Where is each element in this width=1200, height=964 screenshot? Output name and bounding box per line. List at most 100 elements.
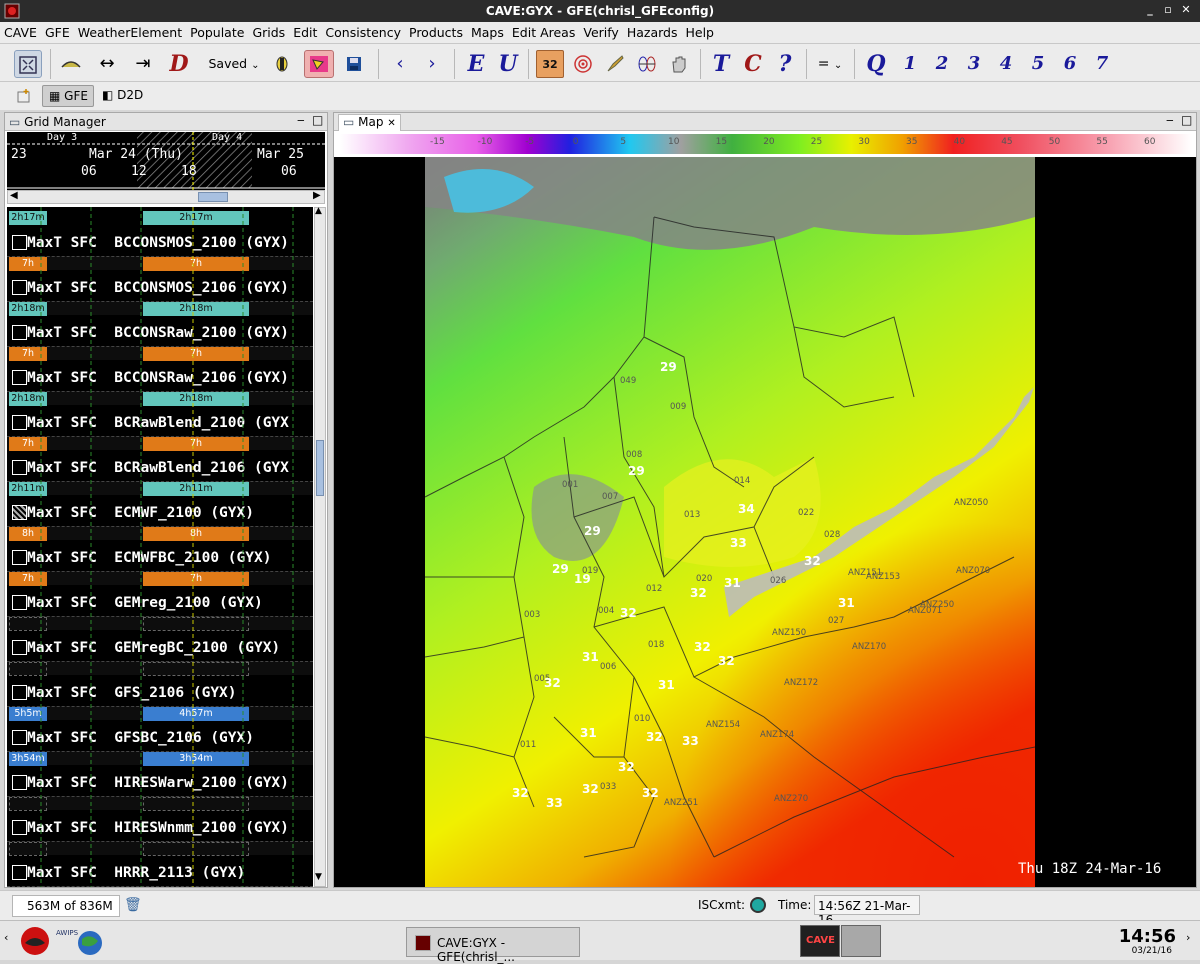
scroll-left-icon[interactable]: ◀ (10, 190, 18, 201)
brightness-button[interactable] (270, 50, 294, 78)
grid-row-lane[interactable] (7, 661, 313, 676)
h-scroll-thumb[interactable] (198, 192, 228, 202)
grid-block[interactable] (143, 797, 249, 811)
grid-block[interactable]: 7h (9, 347, 47, 361)
grid-select-checkbox[interactable] (12, 685, 27, 700)
grid-select-checkbox[interactable] (12, 370, 27, 385)
grid-block[interactable]: 4h57m (143, 707, 249, 721)
grid-block[interactable]: 2h17m (9, 211, 47, 225)
grid-manager-tab[interactable]: ▭ Grid Manager (9, 115, 106, 129)
grid-row-lane[interactable]: 7h 7h (7, 256, 313, 271)
scroll-up-icon[interactable]: ▲ (315, 206, 322, 216)
t-button[interactable]: T (708, 50, 734, 78)
grid-block[interactable] (9, 617, 47, 631)
grid-select-checkbox[interactable] (12, 730, 27, 745)
grid-select-checkbox[interactable] (12, 865, 27, 880)
grid-list-vertical-scrollbar[interactable]: ▲ ▼ (314, 206, 326, 887)
grid-select-checkbox[interactable] (12, 460, 27, 475)
grid-block[interactable] (9, 662, 47, 676)
grid-block[interactable] (143, 842, 249, 856)
saved-dropdown[interactable]: Saved ⌄ (204, 50, 264, 78)
maximize-view-button[interactable]: □ (312, 113, 323, 127)
grid-row-lane[interactable]: 2h11m 2h11m (7, 481, 313, 496)
preset-7-button[interactable]: 7 (1090, 50, 1114, 78)
menu-maps[interactable]: Maps (467, 22, 508, 44)
sample-line-button[interactable] (58, 50, 84, 78)
maximize-map-button[interactable]: □ (1181, 113, 1192, 127)
v-scroll-thumb[interactable] (316, 440, 324, 496)
grid-block[interactable]: 2h18m (143, 392, 249, 406)
d-button[interactable]: D (166, 50, 192, 78)
target-button[interactable] (570, 50, 596, 78)
map-tab[interactable]: ▭ Map ✕ (338, 114, 401, 131)
grid-row[interactable]: MaxT SFC BCCONSMOS_2106 (GYX) 2h18m 2h18m (7, 272, 313, 317)
grid-select-checkbox[interactable] (12, 415, 27, 430)
clock-time[interactable]: 14:56 (1118, 926, 1176, 947)
c-button[interactable]: C (740, 50, 766, 78)
menu-gfe[interactable]: GFE (41, 22, 74, 44)
workspace-1[interactable]: CAVE (800, 925, 840, 957)
grid-block[interactable]: 2h18m (9, 392, 47, 406)
hand-button[interactable] (666, 50, 692, 78)
grid-row[interactable]: MaxT SFC ECMWF_2100 (GYX) 8h 8h (7, 497, 313, 542)
grid-row[interactable]: MaxT SFC ECMWFBC_2100 (GYX) 7h 7h (7, 542, 313, 587)
menu-products[interactable]: Products (405, 22, 467, 44)
grid-select-checkbox[interactable] (12, 235, 27, 250)
grid-row[interactable]: MaxT SFC BCCONSRaw_2106 (GYX) 2h18m 2h18m (7, 362, 313, 407)
menu-grids[interactable]: Grids (248, 22, 289, 44)
grid-block[interactable]: 3h54m (143, 752, 249, 766)
grid-block[interactable]: 7h (143, 437, 249, 451)
grid-select-checkbox[interactable] (12, 820, 27, 835)
close-tab-icon[interactable]: ✕ (387, 118, 395, 129)
grid-row-lane[interactable]: 3h54m 3h54m (7, 751, 313, 766)
grid-select-checkbox[interactable] (12, 775, 27, 790)
grid-row[interactable]: MaxT SFC GFSBC_2106 (GYX) 3h54m 3h54m (7, 722, 313, 767)
taskbar-right-arrow[interactable]: › (1186, 931, 1190, 944)
grid-block[interactable]: 2h18m (9, 302, 47, 316)
menu-populate[interactable]: Populate (186, 22, 248, 44)
grid-block[interactable] (9, 797, 47, 811)
preset-2-button[interactable]: 2 (930, 50, 954, 78)
preset-1-button[interactable]: 1 (898, 50, 922, 78)
preset-4-button[interactable]: 4 (994, 50, 1018, 78)
collapse-arrows-button[interactable]: ⇥ (130, 50, 156, 78)
menu-hazards[interactable]: Hazards (623, 22, 682, 44)
grid-block[interactable]: 2h11m (143, 482, 249, 496)
grid-block[interactable]: 8h (9, 527, 47, 541)
grid-block[interactable]: 7h (143, 257, 249, 271)
grid-block[interactable]: 2h17m (143, 211, 249, 225)
preset-5-button[interactable]: 5 (1026, 50, 1050, 78)
grid-select-checkbox[interactable] (12, 280, 27, 295)
grid-block[interactable]: 7h (143, 572, 249, 586)
grid-row-lane[interactable]: 7h 7h (7, 571, 313, 586)
grid-row[interactable]: MaxT SFC HIRESWarw_2100 (GYX) (7, 767, 313, 812)
grid-row[interactable]: MaxT SFC BCRawBlend_2106 (GYX 2h11m 2h11m (7, 452, 313, 497)
grid-row-lane[interactable]: 2h18m 2h18m (7, 391, 313, 406)
taskbar-left-arrow[interactable]: ‹ (4, 931, 8, 944)
grid-block[interactable]: 7h (9, 437, 47, 451)
trash-icon[interactable]: 🗑 (124, 897, 142, 913)
grid-block[interactable]: 8h (143, 527, 249, 541)
workspace-2[interactable] (841, 925, 881, 957)
grid-row-lane[interactable] (7, 616, 313, 631)
grid-row[interactable]: MaxT SFC GFS_2106 (GYX) 5h5m 4h57m (7, 677, 313, 722)
d2d-perspective-tab[interactable]: ◧ D2D (102, 88, 152, 106)
save-button[interactable] (342, 50, 366, 78)
grid-block[interactable]: 7h (9, 257, 47, 271)
grid-block[interactable] (143, 662, 249, 676)
timeline-horizontal-scrollbar[interactable]: ◀ ▶ (7, 190, 325, 204)
grid-row[interactable]: MaxT SFC BCRawBlend_2100 (GYX 7h 7h (7, 407, 313, 452)
menu-consistency[interactable]: Consistency (321, 22, 405, 44)
grid-block[interactable]: 3h54m (9, 752, 47, 766)
next-button[interactable]: › (420, 50, 444, 78)
grid-row-lane[interactable]: 5h5m 4h57m (7, 706, 313, 721)
grid-row-lane[interactable] (7, 841, 313, 856)
temperature-colorbar[interactable]: -15 -10 -5 0 5 10 15 20 25 30 35 40 45 50 55 60 (340, 134, 1192, 154)
menu-help[interactable]: Help (681, 22, 718, 44)
fit-to-window-button[interactable] (14, 50, 42, 78)
heap-status[interactable]: 563M of 836M (12, 895, 120, 917)
grid-select-checkbox[interactable] (12, 325, 27, 340)
grid-row-lane[interactable]: 7h 7h (7, 436, 313, 451)
menu-verify[interactable]: Verify (579, 22, 622, 44)
u-button[interactable]: U (494, 50, 522, 78)
